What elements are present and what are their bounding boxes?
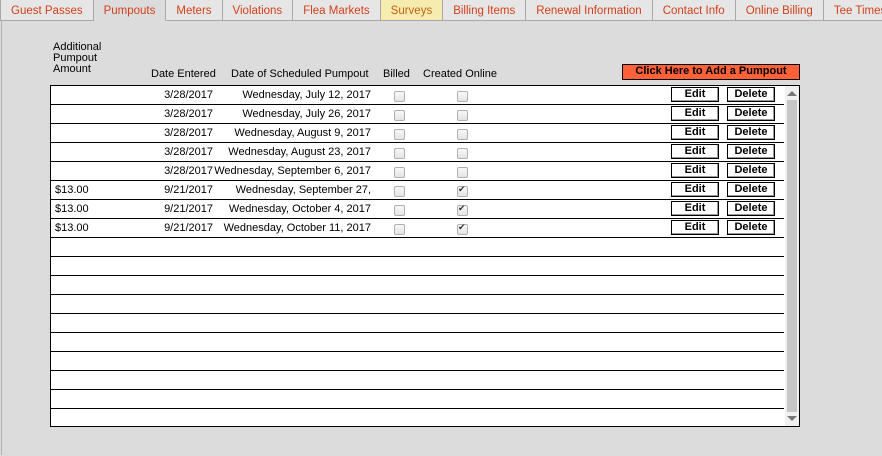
amount-cell: $13.00 (55, 222, 89, 234)
table-row: 3/28/2017 Wednesday, August 9, 2017 Edit De… (51, 124, 784, 143)
edit-button[interactable]: Edit (671, 144, 719, 159)
created-online-checkbox[interactable] (457, 91, 468, 102)
edit-button[interactable]: Edit (671, 87, 719, 102)
table-row: 3/28/2017 Wednesday, August 23, 2017 Edit D… (51, 143, 784, 162)
column-header-date-entered: Date Entered (151, 68, 216, 80)
empty-table-row (51, 257, 784, 276)
empty-table-row (51, 276, 784, 295)
tab-renewal-information[interactable]: Renewal Information (526, 0, 653, 20)
billed-checkbox[interactable] (394, 205, 405, 216)
delete-button[interactable]: Delete (727, 163, 775, 178)
amount-cell: $13.00 (55, 203, 89, 215)
billed-checkbox[interactable] (394, 186, 405, 197)
scroll-up-arrow-icon[interactable] (787, 91, 797, 96)
column-header-scheduled: Date of Scheduled Pumpout (231, 68, 369, 80)
edit-button[interactable]: Edit (671, 106, 719, 121)
billed-checkbox[interactable] (394, 167, 405, 178)
tab-guest-passes[interactable]: Guest Passes (0, 0, 94, 20)
delete-button[interactable]: Delete (727, 87, 775, 102)
empty-table-row (51, 352, 784, 371)
table-row: $13.00 9/21/2017 Wednesday, October 11, 20… (51, 219, 784, 238)
edit-button[interactable]: Edit (671, 201, 719, 216)
scheduled-date-cell: Wednesday, September 6, 2017 (214, 165, 371, 177)
scheduled-date-cell: Wednesday, October 4, 2017 (228, 203, 371, 215)
tab-tee-times[interactable]: Tee Times (823, 0, 882, 20)
empty-table-row (51, 295, 784, 314)
empty-table-row (51, 314, 784, 333)
delete-button[interactable]: Delete (727, 182, 775, 197)
created-online-checkbox[interactable] (457, 222, 468, 235)
date-entered-cell: 9/21/2017 (164, 184, 213, 196)
table-row: 3/28/2017 Wednesday, July 26, 2017 Edit Del… (51, 105, 784, 124)
delete-button[interactable]: Delete (727, 220, 775, 235)
tab-surveys[interactable]: Surveys (380, 0, 444, 20)
created-online-checkbox[interactable] (457, 184, 468, 197)
empty-table-row (51, 371, 784, 390)
delete-button[interactable]: Delete (727, 125, 775, 140)
pumpouts-table: $13.00 9/21/2017 Wednesday, October 11, 20… (50, 85, 800, 427)
created-online-checkbox[interactable] (457, 110, 468, 121)
empty-table-row (51, 238, 784, 257)
billed-checkbox[interactable] (394, 91, 405, 102)
delete-button[interactable]: Delete (727, 144, 775, 159)
empty-table-row (51, 333, 784, 352)
created-online-checkbox[interactable] (457, 167, 468, 178)
empty-table-row (51, 390, 784, 409)
scrollbar-thumb[interactable] (787, 100, 797, 412)
column-header-billed: Billed (383, 68, 410, 80)
add-pumpout-button[interactable]: Click Here to Add a Pumpout (622, 64, 800, 80)
scheduled-date-cell: Wednesday, August 9, 2017 (234, 127, 371, 139)
billed-checkbox[interactable] (394, 224, 405, 235)
tab-contact-info[interactable]: Contact Info (652, 0, 736, 20)
scroll-down-arrow-icon[interactable] (787, 416, 797, 421)
table-row: $13.00 9/21/2017 Wednesday, October 4, 201… (51, 200, 784, 219)
date-entered-cell: 3/28/2017 (164, 165, 213, 177)
column-header-amount: Additional Pumpout Amount (53, 41, 102, 75)
table-row: $13.00 9/21/2017 Wednesday, September 27, E… (51, 181, 784, 200)
delete-button[interactable]: Delete (727, 201, 775, 216)
vertical-scrollbar[interactable] (785, 86, 799, 426)
tab-bar: Guest Passes Pumpouts Meters Violations Flea… (0, 0, 882, 21)
edit-button[interactable]: Edit (671, 163, 719, 178)
scheduled-date-cell: Wednesday, July 12, 2017 (242, 89, 371, 101)
edit-button[interactable]: Edit (671, 182, 719, 197)
delete-button[interactable]: Delete (727, 106, 775, 121)
billed-checkbox[interactable] (394, 110, 405, 121)
created-online-checkbox[interactable] (457, 129, 468, 140)
column-header-created-online: Created Online (423, 68, 497, 80)
scheduled-date-cell: Wednesday, July 26, 2017 (242, 108, 371, 120)
date-entered-cell: 9/21/2017 (164, 203, 213, 215)
tab-billing-items[interactable]: Billing Items (443, 0, 527, 20)
scheduled-date-cell: Wednesday, September 27, (235, 184, 371, 196)
tab-online-billing[interactable]: Online Billing (735, 0, 824, 20)
date-entered-cell: 3/28/2017 (164, 146, 213, 158)
tab-pumpouts[interactable]: Pumpouts (93, 0, 167, 21)
billed-checkbox[interactable] (394, 148, 405, 159)
tab-meters[interactable]: Meters (166, 0, 223, 20)
tab-flea-markets[interactable]: Flea Markets (293, 0, 381, 20)
created-online-checkbox[interactable] (457, 148, 468, 159)
date-entered-cell: 3/28/2017 (164, 127, 213, 139)
scheduled-date-cell: Wednesday, October 11, 2017 (223, 222, 371, 234)
scheduled-date-cell: Wednesday, August 23, 2017 (228, 146, 371, 158)
amount-cell: $13.00 (55, 184, 89, 196)
table-row: 3/28/2017 Wednesday, September 6, 2017 Edi… (51, 162, 784, 181)
table-row: 3/28/2017 Wednesday, July 12, 2017 Edit Del… (51, 86, 784, 105)
created-online-checkbox[interactable] (457, 203, 468, 216)
tab-violations[interactable]: Violations (222, 0, 294, 20)
empty-table-row (51, 409, 784, 426)
edit-button[interactable]: Edit (671, 125, 719, 140)
date-entered-cell: 9/21/2017 (164, 222, 213, 234)
billed-checkbox[interactable] (394, 129, 405, 140)
date-entered-cell: 3/28/2017 (164, 108, 213, 120)
date-entered-cell: 3/28/2017 (164, 89, 213, 101)
edit-button[interactable]: Edit (671, 220, 719, 235)
